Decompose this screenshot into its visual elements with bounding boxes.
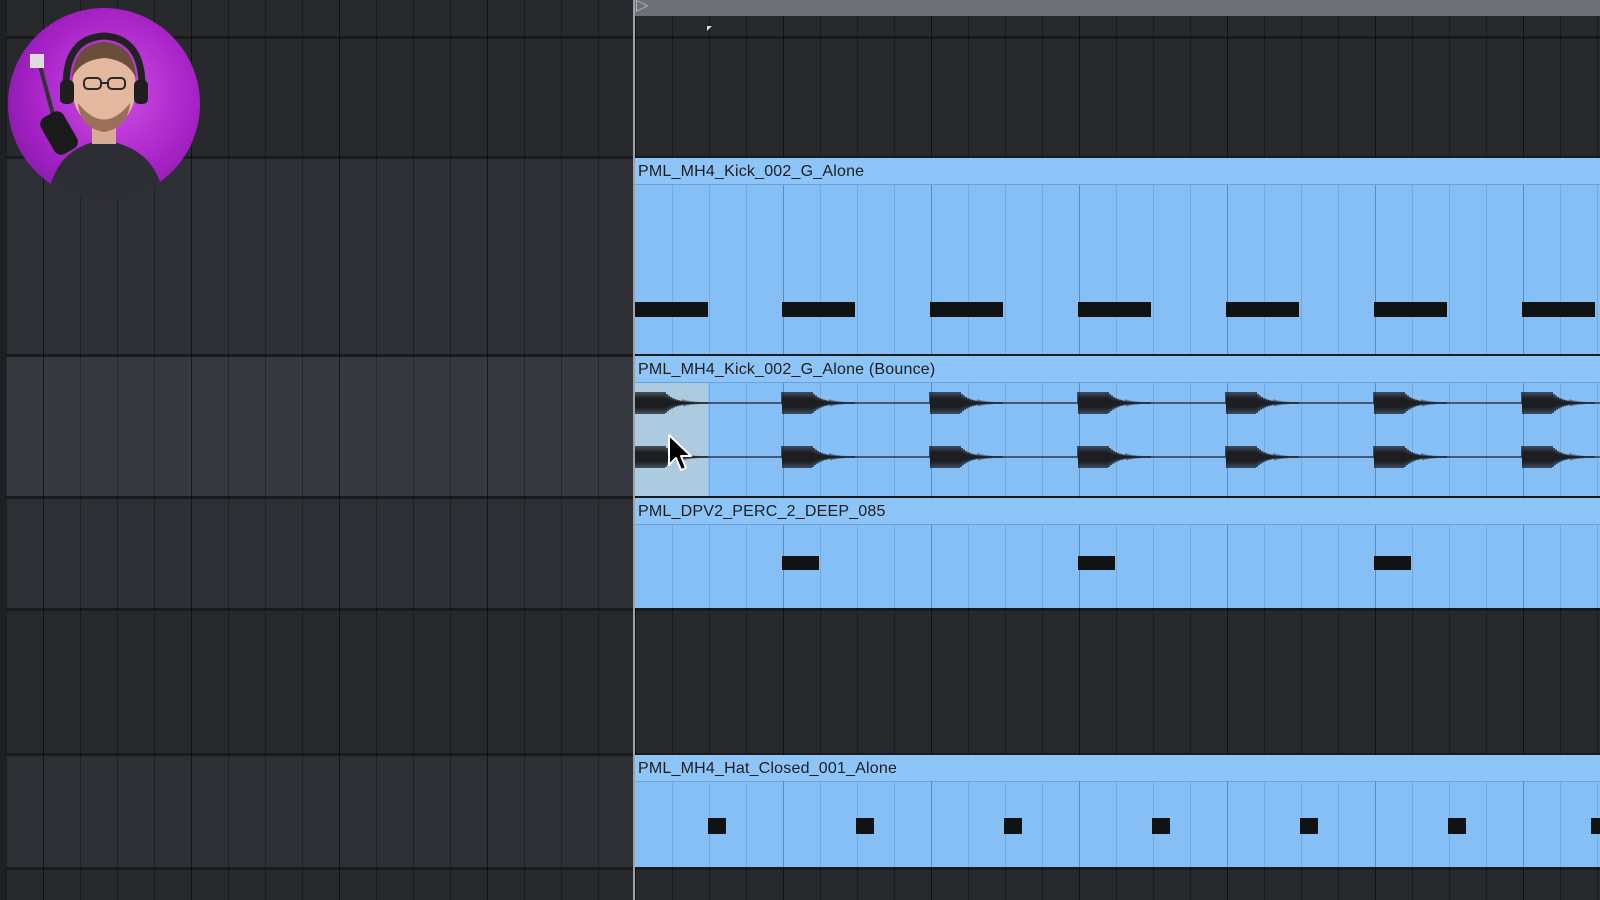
clip-header[interactable]: PML_MH4_Hat_Closed_001_Alone — [635, 755, 1600, 782]
midi-notes — [635, 782, 1600, 867]
waveform-right-channel — [635, 445, 1600, 469]
waveform-transient — [635, 391, 709, 415]
clip-kick-midi[interactable]: PML_MH4_Kick_002_G_Alone — [635, 158, 1600, 354]
midi-note[interactable] — [635, 302, 708, 317]
midi-note[interactable] — [1078, 302, 1151, 317]
midi-note[interactable] — [782, 556, 819, 570]
midi-notes — [635, 525, 1600, 608]
waveform-transient — [781, 445, 856, 469]
waveform-transient — [1225, 445, 1300, 469]
midi-note[interactable] — [708, 818, 726, 834]
midi-note[interactable] — [1152, 818, 1170, 834]
waveform-transient — [929, 391, 1004, 415]
waveform-left-channel — [635, 391, 1600, 415]
midi-note[interactable] — [1448, 818, 1466, 834]
midi-note[interactable] — [1226, 302, 1299, 317]
waveform-transient — [1077, 445, 1152, 469]
waveform-transient — [1077, 391, 1152, 415]
waveform-transient — [1521, 391, 1596, 415]
clip-hat-midi[interactable]: PML_MH4_Hat_Closed_001_Alone — [635, 755, 1600, 867]
clip-title: PML_DPV2_PERC_2_DEEP_085 — [638, 503, 886, 520]
mouse-pointer-icon — [668, 434, 692, 471]
clip-title: PML_MH4_Hat_Closed_001_Alone — [638, 760, 898, 777]
presenter-avatar-icon — [30, 32, 164, 200]
clip-kick-bounce-audio[interactable]: PML_MH4_Kick_002_G_Alone (Bounce) — [635, 356, 1600, 496]
clip-title: PML_MH4_Kick_002_G_Alone (Bounce) — [638, 361, 936, 378]
waveform-transient — [1373, 445, 1448, 469]
midi-note[interactable] — [1004, 818, 1022, 834]
midi-note[interactable] — [1522, 302, 1595, 317]
clip-header[interactable]: PML_DPV2_PERC_2_DEEP_085 — [635, 498, 1600, 525]
midi-note[interactable] — [930, 302, 1003, 317]
presenter-webcam-overlay — [8, 8, 200, 200]
midi-note[interactable] — [856, 818, 874, 834]
midi-note[interactable] — [782, 302, 855, 317]
midi-note[interactable] — [1078, 556, 1115, 570]
clip-header[interactable]: PML_MH4_Kick_002_G_Alone (Bounce) — [635, 356, 1600, 383]
clip-title: PML_MH4_Kick_002_G_Alone — [638, 163, 865, 180]
midi-note[interactable] — [1300, 818, 1318, 834]
waveform-transient — [1521, 445, 1596, 469]
midi-note[interactable] — [1374, 556, 1411, 570]
midi-note[interactable] — [1374, 302, 1447, 317]
waveform-transient — [929, 445, 1004, 469]
waveform-transient — [781, 391, 856, 415]
clip-header[interactable]: PML_MH4_Kick_002_G_Alone — [635, 158, 1600, 185]
midi-note[interactable] — [1591, 818, 1600, 834]
waveform-transient — [1225, 391, 1300, 415]
arrangement-view: ▷ PML_MH4_Kick_002_G_Alone PML_MH4_Kick_… — [0, 0, 1600, 900]
clip-area: PML_MH4_Kick_002_G_Alone PML_MH4_Kick_00… — [0, 0, 1600, 900]
clip-perc-midi[interactable]: PML_DPV2_PERC_2_DEEP_085 — [635, 498, 1600, 608]
midi-notes — [635, 185, 1600, 354]
waveform-transient — [1373, 391, 1448, 415]
